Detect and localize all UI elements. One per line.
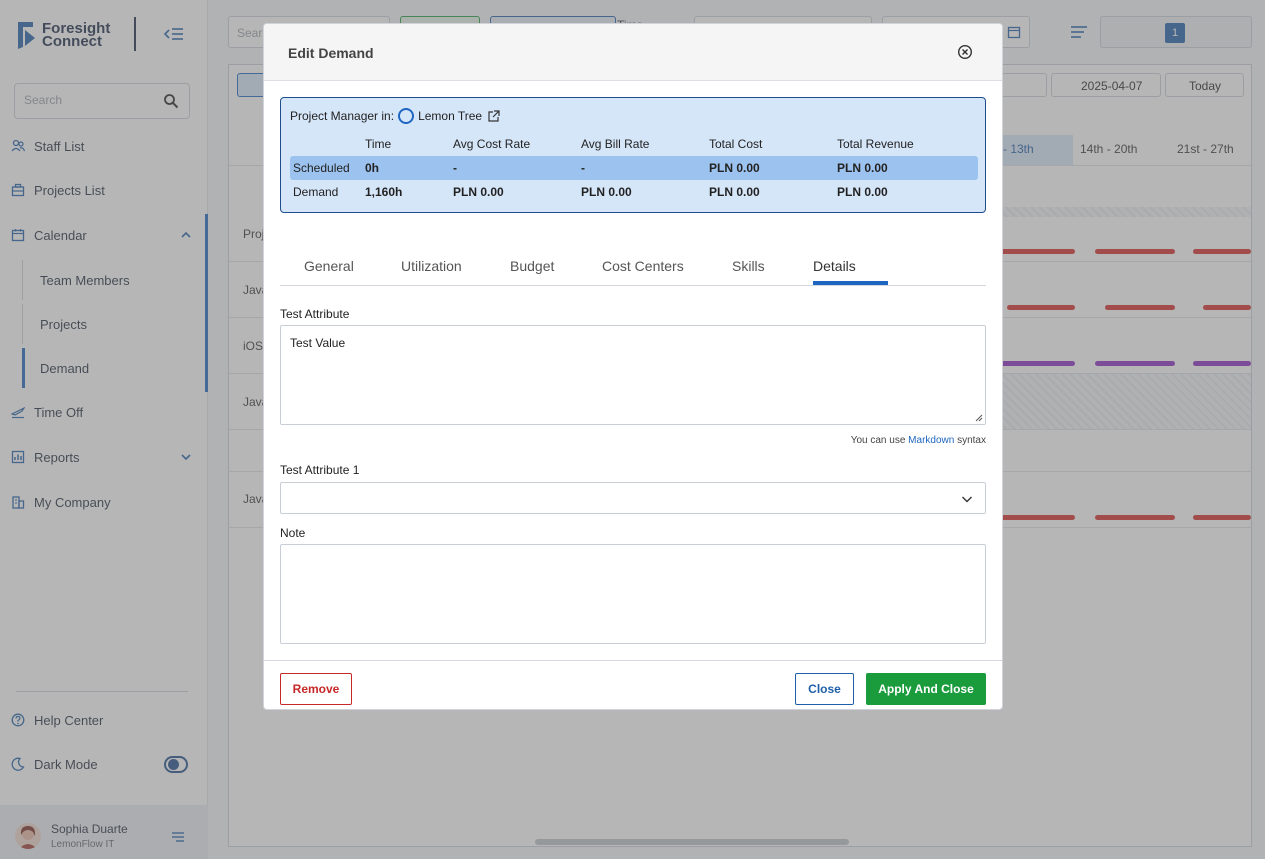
tab-details[interactable]: Details <box>813 258 856 274</box>
footer-divider <box>264 660 1002 661</box>
project-avatar-icon <box>398 108 415 124</box>
chevron-down-icon <box>962 496 972 503</box>
tab-cost-centers[interactable]: Cost Centers <box>602 258 684 274</box>
apply-and-close-button[interactable]: Apply And Close <box>866 673 986 705</box>
summary-header: Time <box>365 137 392 151</box>
summary-cell: - <box>453 161 457 175</box>
markdown-hint-prefix: You can use <box>850 435 906 446</box>
summary-cell: PLN 0.00 <box>453 185 504 199</box>
tab-general[interactable]: General <box>304 258 354 274</box>
summary-header: Total Revenue <box>837 137 914 151</box>
note-textarea[interactable] <box>280 544 986 644</box>
summary-cell: PLN 0.00 <box>709 185 760 199</box>
tab-skills[interactable]: Skills <box>732 258 765 274</box>
modal-title: Edit Demand <box>288 45 374 61</box>
markdown-hint-suffix: syntax <box>957 435 986 446</box>
summary-cell: PLN 0.00 <box>709 161 760 175</box>
note-label: Note <box>280 526 306 540</box>
modal-header: Edit Demand <box>264 24 1002 81</box>
remove-button[interactable]: Remove <box>280 673 352 705</box>
summary-cell: - <box>581 161 585 175</box>
pm-project-link[interactable]: Lemon Tree <box>418 109 482 123</box>
summary-cell: 1,160h <box>365 185 403 199</box>
project-manager-line: Project Manager in: Lemon Tree <box>290 108 500 124</box>
edit-demand-modal: Edit Demand Project Manager in: Lemon Tr… <box>263 23 1003 710</box>
summary-row-scheduled: Scheduled 0h - - PLN 0.00 PLN 0.00 <box>290 156 978 180</box>
summary-cell: PLN 0.00 <box>581 185 632 199</box>
close-icon[interactable] <box>957 44 973 60</box>
summary-row-label: Demand <box>293 185 339 199</box>
summary-header-row: Time Avg Cost Rate Avg Bill Rate Total C… <box>290 132 978 156</box>
summary-cell: 0h <box>365 161 380 175</box>
summary-row-label: Scheduled <box>293 161 350 175</box>
test-attribute-label: Test Attribute <box>280 307 350 321</box>
test-attribute-textarea[interactable]: Test Value <box>280 325 986 425</box>
summary-header: Avg Cost Rate <box>453 137 531 151</box>
tab-utilization[interactable]: Utilization <box>401 258 462 274</box>
resize-handle-icon[interactable] <box>975 414 983 422</box>
markdown-link[interactable]: Markdown <box>908 435 954 446</box>
test-attribute1-label: Test Attribute 1 <box>280 463 360 477</box>
demand-summary: Project Manager in: Lemon Tree Time Avg … <box>280 97 986 213</box>
summary-header: Total Cost <box>709 137 763 151</box>
close-button[interactable]: Close <box>795 673 854 705</box>
markdown-hint: You can use Markdown syntax <box>851 435 986 446</box>
test-attribute-value: Test Value <box>290 336 346 350</box>
summary-cell: PLN 0.00 <box>837 161 888 175</box>
active-tab-indicator <box>813 281 888 285</box>
summary-cell: PLN 0.00 <box>837 185 888 199</box>
modal-tabs: General Utilization Budget Cost Centers … <box>280 246 986 286</box>
summary-row-demand: Demand 1,160h PLN 0.00 PLN 0.00 PLN 0.00… <box>290 180 978 204</box>
summary-header: Avg Bill Rate <box>581 137 650 151</box>
pm-label: Project Manager in: <box>290 109 395 123</box>
tab-budget[interactable]: Budget <box>510 258 554 274</box>
external-link-icon[interactable] <box>487 109 500 123</box>
test-attribute1-select[interactable] <box>280 482 986 514</box>
